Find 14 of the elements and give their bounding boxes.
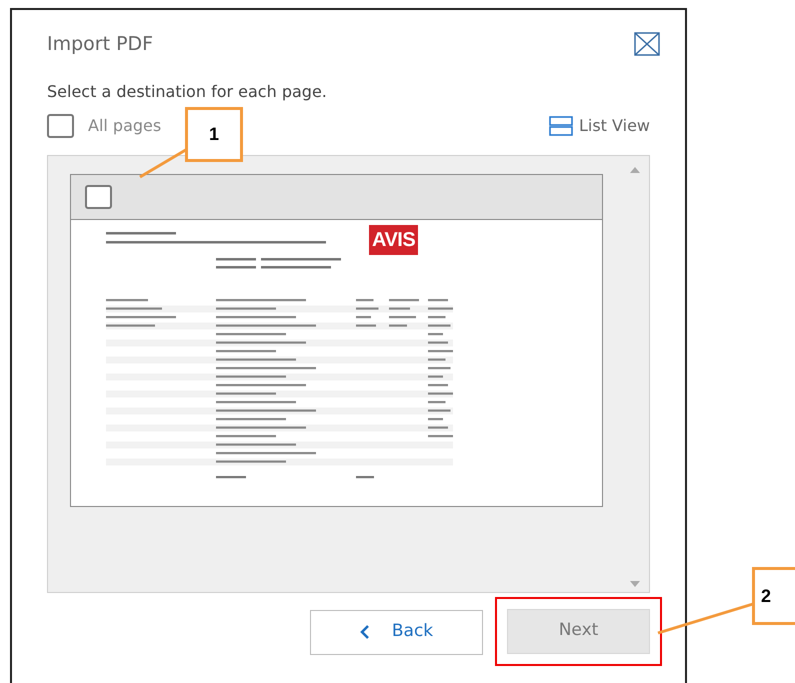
- dialog-title: Import PDF: [47, 32, 154, 57]
- page-checkbox[interactable]: [85, 184, 112, 208]
- all-pages-label: All pages: [88, 114, 162, 136]
- callout-label: 2: [752, 567, 795, 625]
- instruction-text: Select a destination for each page.: [47, 82, 327, 100]
- chevron-left-icon: [360, 624, 370, 640]
- document-page[interactable]: AVIS: [70, 174, 603, 506]
- list-view-button[interactable]: List View: [548, 114, 650, 138]
- back-button[interactable]: Back: [310, 610, 483, 654]
- all-pages-checkbox[interactable]: [47, 114, 74, 138]
- list-view-icon: [548, 116, 573, 136]
- close-icon[interactable]: [634, 32, 660, 56]
- logo: AVIS: [369, 224, 418, 254]
- callout-label: 1: [185, 107, 243, 162]
